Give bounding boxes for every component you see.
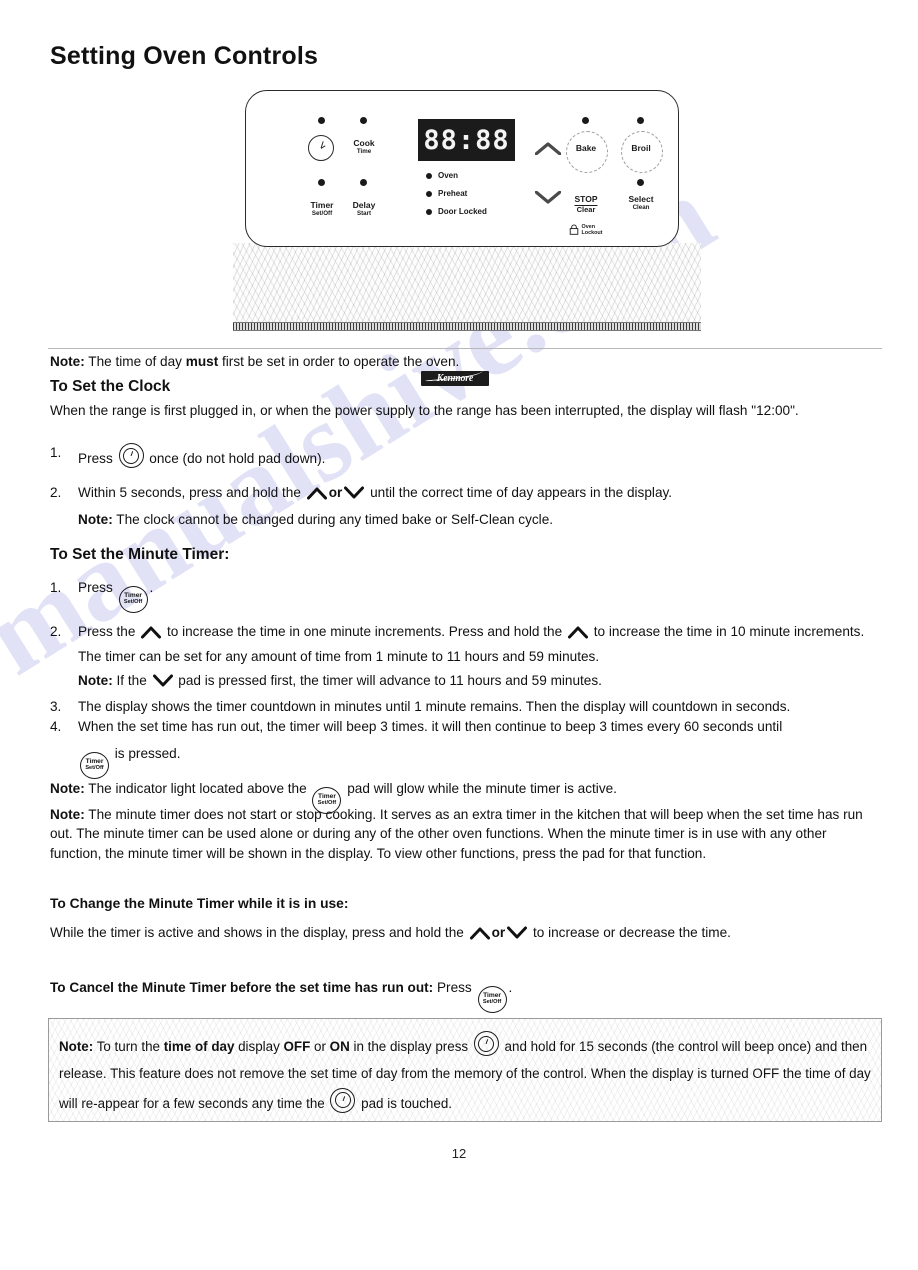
indicator-dot-bake [582,117,589,124]
oven-body-texture [233,243,701,325]
oven-bottom-strip [233,322,701,331]
section-set-the-clock: To Set the Clock When the range is first… [50,378,880,421]
page-number: 12 [451,1146,467,1161]
page-title: Setting Oven Controls [50,42,319,70]
oven-lockout-label: Oven Lockout [581,224,603,236]
indicator-dot-select-clean [637,179,644,186]
pad-label-stop-clear[interactable]: STOP Clear [574,194,598,214]
pad-label-bake[interactable]: Bake [576,143,596,154]
heading-set-the-clock: To Set the Clock [50,378,171,395]
indicator-dot-timer [318,179,325,186]
step-number: 3. [50,699,62,714]
timer-step-3: 3. The display shows the timer countdown… [50,697,880,717]
control-panel-face: Cook Time Timer Set/Off Delay Start 88:8… [245,90,679,247]
timer-step-1: 1. Press Timer Set/Off. [50,578,880,613]
heading-set-minute-timer: To Set the Minute Timer: [50,546,230,563]
step-number: 2. [50,624,62,639]
clock-pad-icon[interactable] [473,1031,499,1056]
clock-note: Note: The clock cannot be changed during… [78,512,554,528]
step-number: 1. [50,445,62,460]
chevron-up-icon[interactable] [469,926,490,940]
timer-note-1: Note: If the pad is pressed first, the t… [78,673,602,688]
pad-label-timer-set-off[interactable]: Timer Set/Off [311,200,334,217]
section-set-minute-timer: To Set the Minute Timer: [50,546,880,564]
pad-label-cook-time[interactable]: Cook Time [353,138,374,155]
divider-top [48,348,882,349]
status-preheat: Preheat [426,189,467,198]
clock-pad-icon[interactable] [118,443,144,468]
status-door-locked: Door Locked [426,207,487,216]
step-number: 1. [50,580,62,595]
pad-label-delay-start[interactable]: Delay Start [353,200,376,217]
step-number: 2. [50,485,62,500]
change-minute-timer-text: While the timer is active and shows in t… [50,925,731,940]
lcd-display-value: 88:88 [423,124,510,156]
boxed-note: Note: To turn the time of day display OF… [48,1018,882,1122]
status-dot-icon [426,208,432,215]
step-number: 4. [50,719,62,734]
note-label: Note: [50,354,85,369]
timer-step-2: 2. Press the to increase the time in one… [50,619,880,669]
heading-cancel-minute-timer: To Cancel the Minute Timer before the se… [50,980,434,995]
status-dot-icon [426,190,432,197]
manual-page: manualshive.com Setting Oven Controls Ke… [0,0,918,1188]
timer-step-4-continued: Timer Set/Off is pressed. [78,746,880,780]
pad-label-select-clean[interactable]: Select Clean [628,194,653,211]
status-dot-icon [426,172,432,179]
timer-pad-icon[interactable]: Timer Set/Off [80,752,109,780]
chevron-down-icon[interactable] [344,486,365,500]
lead-note: Note: The time of day must first be set … [50,354,460,369]
oven-control-panel-illustration: Kenmore Cook Time Timer Set/Off Delay St… [215,88,705,386]
oven-lockout-indicator: Oven Lockout [569,222,603,240]
chevron-down-icon[interactable] [507,926,528,940]
clock-pad-button[interactable] [308,135,334,161]
clock-intro-text: When the range is first plugged in, or w… [50,403,799,418]
section-cancel-minute-timer: To Cancel the Minute Timer before the se… [50,978,880,1013]
timer-pad-icon[interactable]: Timer Set/Off [477,985,507,1013]
heading-change-minute-timer: To Change the Minute Timer while it is i… [50,896,349,911]
indicator-dot-cook-time [360,117,367,124]
indicator-dot-clock [318,117,325,124]
clock-step-2: 2. Within 5 seconds, press and hold the … [50,483,880,531]
status-oven: Oven [426,171,458,180]
section-change-minute-timer: To Change the Minute Timer while it is i… [50,896,880,943]
chevron-up-icon[interactable] [141,622,162,639]
clock-step-1: 1. Press once (do not hold pad down). [50,443,880,469]
indicator-dot-broil [637,117,644,124]
timer-note-3: Note: The minute timer does not start or… [50,807,863,861]
chevron-up-icon[interactable] [535,142,561,155]
indicator-dot-delay-start [360,179,367,186]
lock-icon [569,222,579,240]
clock-pad-icon[interactable] [330,1087,356,1113]
chevron-up-icon[interactable] [306,486,327,500]
chevron-down-icon[interactable] [152,674,173,688]
timer-step-4: 4. When the set time has run out, the ti… [50,717,880,780]
pad-label-broil[interactable]: Broil [631,143,650,154]
chevron-up-icon[interactable] [567,622,588,639]
timer-pad-icon[interactable]: Timer Set/Off [118,585,148,613]
lcd-display: 88:88 [418,119,515,161]
chevron-down-icon[interactable] [535,191,561,204]
